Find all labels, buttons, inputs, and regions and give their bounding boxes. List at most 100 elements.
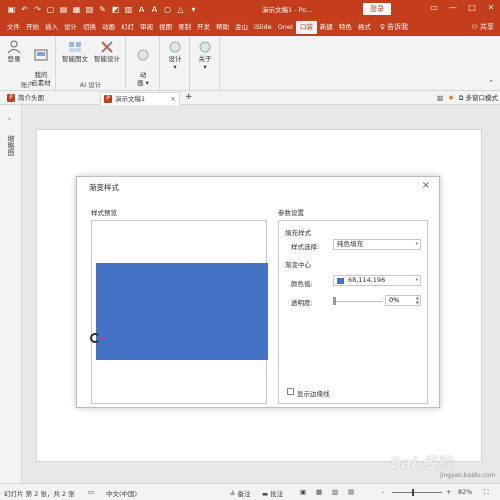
tab-help[interactable]: 帮助 <box>213 18 232 36</box>
color-value-picker[interactable]: 68,114,196 ▾ <box>333 275 421 286</box>
tab-islide[interactable]: iSlide <box>251 18 275 36</box>
accessibility-icon[interactable]: ▭ <box>88 488 94 496</box>
font-icon[interactable]: A <box>136 4 147 15</box>
design-button[interactable]: 设计 ▾ <box>164 40 186 71</box>
watermark-url: jingyan.baidu.com <box>440 472 496 479</box>
smart-design-icon <box>101 41 113 53</box>
slideshow-icon[interactable]: ▤ <box>348 488 354 496</box>
tab-developer[interactable]: 开发 <box>194 18 213 36</box>
language-indicator[interactable]: 中文(中国) <box>106 488 137 498</box>
style-preview <box>90 220 268 404</box>
tab-new[interactable]: 新建 <box>317 18 336 36</box>
more-icon[interactable]: ▾ <box>188 4 199 15</box>
login-button[interactable]: 登录 <box>363 3 391 15</box>
smart-graphic-label: 智能图文 <box>62 55 88 63</box>
zoom-slider-thumb[interactable] <box>412 489 414 496</box>
thumbnail-pane-label[interactable]: 缩略图 <box>6 135 16 156</box>
tab-transitions[interactable]: 切换 <box>80 18 99 36</box>
triangle-icon[interactable]: △ <box>175 4 186 15</box>
tab-pocket[interactable]: 口袋 <box>295 20 317 34</box>
share-label: 共享 <box>480 23 494 31</box>
tab-view[interactable]: 视图 <box>156 18 175 36</box>
ribbon-tabs: 文件 开始 插入 设计 切换 动画 幻灯 审阅 视图 录制 开发 帮助 金山 i… <box>0 18 500 36</box>
tell-me[interactable]: ♀ 告诉我 <box>380 22 408 32</box>
tab-kingsoft[interactable]: 金山 <box>232 18 251 36</box>
comments-button[interactable]: ▬ 批注 <box>262 488 283 498</box>
fit-slide-icon[interactable]: ⛶ <box>484 488 489 497</box>
transparency-slider-thumb[interactable] <box>333 297 336 305</box>
tab-review[interactable]: 审阅 <box>137 18 156 36</box>
smart-design-label: 智能设计 <box>94 55 120 63</box>
smart-design-button[interactable]: 智能设计 <box>92 40 122 63</box>
style-select-value: 纯色填充 <box>337 240 363 248</box>
restore-icon[interactable]: ▭ <box>429 3 439 13</box>
user-icon <box>7 40 21 54</box>
tab-record[interactable]: 录制 <box>175 18 194 36</box>
zoom-out-button[interactable]: - <box>382 488 384 496</box>
notes-icon: ≜ <box>230 490 238 498</box>
zoom-slider[interactable] <box>392 492 442 493</box>
circle-icon[interactable]: ○ <box>162 4 173 15</box>
notes-button[interactable]: ≜ 备注 <box>230 488 251 498</box>
tab-animations[interactable]: 动画 <box>99 18 118 36</box>
close-icon[interactable]: ✕ <box>486 3 496 13</box>
tab-list-icon[interactable]: ▥ <box>437 94 443 102</box>
collapse-ribbon-icon[interactable]: ⌃ <box>488 79 494 87</box>
eyedropper-icon[interactable]: ✎ <box>97 4 108 15</box>
comment-icon: ▬ <box>262 490 271 498</box>
new-tab-button[interactable]: + <box>182 92 193 105</box>
animation-icon <box>137 49 149 61</box>
about-button[interactable]: 关于 ▾ <box>194 40 216 71</box>
normal-view-icon[interactable]: ▣ <box>300 488 306 496</box>
settings-icon[interactable]: ✹ <box>448 94 453 102</box>
smart-graphic-button[interactable]: 智能图文 <box>60 40 90 63</box>
transparency-input[interactable]: 0% ▲ ▼ <box>385 295 421 306</box>
doctab-intro[interactable]: P 简介头图 <box>4 92 90 105</box>
powerpoint-window: ▣ ↶ ↷ ▢ ▤ ▦ ▧ ✎ ◩ ▥ A A ○ △ ▾ 演示文稿1 - Po… <box>0 0 500 500</box>
tab-home[interactable]: 开始 <box>23 18 42 36</box>
close-tab-icon[interactable]: × <box>170 93 176 105</box>
maximize-icon[interactable]: □ <box>467 3 477 13</box>
tab-design[interactable]: 设计 <box>61 18 80 36</box>
tab-file[interactable]: 文件 <box>4 18 23 36</box>
shapes-icon[interactable]: ◩ <box>110 4 121 15</box>
show-border-checkbox[interactable] <box>287 388 294 395</box>
save-icon[interactable]: ▣ <box>6 4 17 15</box>
window-controls: ▭ — □ ✕ <box>429 3 496 13</box>
share-button[interactable]: ⚇ 共享 <box>471 22 494 32</box>
watermark-logo: Bai 经验 <box>390 454 452 472</box>
new-file-icon[interactable]: ▢ <box>45 4 56 15</box>
multi-window-button[interactable]: ⧉ 多窗口模式 <box>459 92 498 103</box>
title-bar: ▣ ↶ ↷ ▢ ▤ ▦ ▧ ✎ ◩ ▥ A A ○ △ ▾ 演示文稿1 - Po… <box>0 0 500 18</box>
slide-sorter-icon[interactable]: ▦ <box>316 488 322 496</box>
smart-graphic-icon <box>69 42 81 52</box>
tab-special[interactable]: 特色 <box>336 18 355 36</box>
style-select[interactable]: 纯色填充 ▾ <box>333 239 421 250</box>
tab-insert[interactable]: 插入 <box>42 18 61 36</box>
gradient-center-heading: 渐变中心 <box>285 261 311 269</box>
tab-onekey[interactable]: OneI <box>275 18 296 36</box>
zoom-level[interactable]: 82% <box>458 488 472 496</box>
undo-icon[interactable]: ↶ <box>19 4 30 15</box>
gradient-center-handle[interactable] <box>90 333 100 343</box>
minimize-icon[interactable]: — <box>448 3 458 13</box>
spinner-icon[interactable]: ▲ ▼ <box>416 295 419 305</box>
redo-icon[interactable]: ↷ <box>32 4 43 15</box>
table-icon[interactable]: ▥ <box>123 4 134 15</box>
dialog-close-icon[interactable]: × <box>422 180 430 191</box>
expand-pane-icon[interactable]: › <box>8 115 11 123</box>
animation-button[interactable]: 动 画 ▾ <box>132 40 154 87</box>
login-ribbon-button[interactable]: 登录 <box>4 40 24 63</box>
transparency-value: 0% <box>389 296 400 304</box>
tab-format[interactable]: 格式 <box>355 18 374 36</box>
transparency-slider-track[interactable] <box>333 301 383 302</box>
zoom-in-button[interactable]: + <box>446 488 451 496</box>
tab-slideshow[interactable]: 幻灯 <box>118 18 137 36</box>
reading-view-icon[interactable]: ▥ <box>332 488 338 496</box>
ppt-file-icon: P <box>104 95 112 103</box>
open-folder-icon[interactable]: ▤ <box>58 4 69 15</box>
doctab-presentation1[interactable]: P 演示文稿1 × <box>100 92 180 105</box>
print-icon[interactable]: ▦ <box>71 4 82 15</box>
font-color-icon[interactable]: A <box>149 4 160 15</box>
screenshot-icon[interactable]: ▧ <box>84 4 95 15</box>
